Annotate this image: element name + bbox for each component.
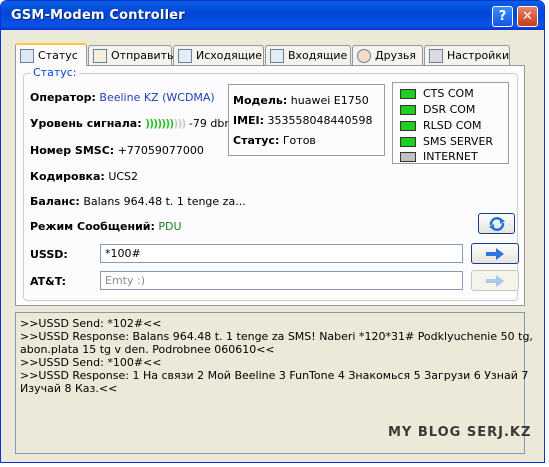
tab-label: Исходящие <box>196 49 263 62</box>
tab-label: Статус <box>38 49 78 62</box>
title-bar[interactable]: GSM-Modem Controller ? ✕ <box>1 1 544 30</box>
dsr-led <box>400 105 416 115</box>
model-label: Модель: <box>233 94 288 107</box>
sms-server-led <box>400 137 416 147</box>
model-row: Модель: huawei E1750 <box>233 94 369 107</box>
friends-icon <box>357 48 371 63</box>
tab-status[interactable]: Статус <box>15 43 87 66</box>
operator-label: Оператор: <box>30 91 96 104</box>
att-placeholder: Emty :) <box>105 274 145 287</box>
indicator-box: CTS COM DSR COM RLSD COM SMS SERVER INTE… <box>392 82 509 164</box>
log-line: >>USSD Response: 1 На связи 2 Мой Beelin… <box>20 369 529 382</box>
att-send-button[interactable] <box>471 270 519 291</box>
device-state-row: Статус: Готов <box>233 134 316 147</box>
status-group: Статус: Оператор: Beeline KZ (WCDMA) Уро… <box>23 66 519 301</box>
status-panel: Статус: Оператор: Beeline KZ (WCDMA) Уро… <box>15 65 525 306</box>
window-title: GSM-Modem Controller <box>11 8 185 23</box>
tab-settings[interactable]: Настройки <box>424 45 510 65</box>
refresh-icon <box>488 216 505 231</box>
internet-led <box>400 152 416 162</box>
balance-label: Баланс: <box>30 195 80 208</box>
encoding-label: Кодировка: <box>30 170 105 183</box>
inbox-icon <box>270 48 284 63</box>
internet-label: INTERNET <box>423 150 478 163</box>
mode-value: PDU <box>158 220 182 233</box>
main-window: GSM-Modem Controller ? ✕ Статус Отправит… <box>0 0 545 463</box>
info-icon <box>20 48 34 63</box>
arrow-right-icon <box>486 247 504 260</box>
device-state-label: Статус: <box>233 134 280 147</box>
smsc-row: Номер SMSC: +77059077000 <box>30 144 204 157</box>
cts-led <box>400 89 416 99</box>
signal-bars-empty: ))) <box>173 117 186 130</box>
imei-row: IMEI: 353558048440598 <box>233 114 373 127</box>
balance-value: Balans 964.48 t. 1 tenge za... <box>83 195 246 208</box>
outbox-icon <box>178 48 192 63</box>
model-value: huawei E1750 <box>290 94 369 107</box>
tab-friends[interactable]: Друзья <box>352 45 423 65</box>
smsc-value: +77059077000 <box>117 144 204 157</box>
blog-watermark: MY BLOG SERJ.KZ <box>388 425 532 440</box>
dsr-label: DSR COM <box>423 103 476 116</box>
tab-outbox[interactable]: Исходящие <box>173 45 264 65</box>
ussd-label: USSD: <box>30 248 68 261</box>
encoding-value: UCS2 <box>108 170 139 183</box>
signal-row: Уровень сигнала: )))))))))) -79 dbm <box>30 117 235 130</box>
log-line: Изучай 8 Каз.<< <box>20 382 118 395</box>
rlsd-label: RLSD COM <box>423 119 482 132</box>
mode-label: Режим Сообщений: <box>30 220 155 233</box>
log-line: >>USSD Response: Balans 964.48 t. 1 teng… <box>20 330 533 343</box>
signal-label: Уровень сигнала: <box>30 117 142 130</box>
cts-label: CTS COM <box>423 87 474 100</box>
imei-label: IMEI: <box>233 114 265 127</box>
tab-inbox[interactable]: Входящие <box>265 45 351 65</box>
settings-icon <box>429 48 443 63</box>
sms-server-label: SMS SERVER <box>423 135 494 148</box>
device-state-value: Готов <box>282 134 316 147</box>
log-line: >>USSD Send: *102#<< <box>20 317 162 330</box>
operator-value: Beeline KZ (WCDMA) <box>99 91 215 104</box>
refresh-button[interactable] <box>478 213 515 234</box>
balance-row: Баланс: Balans 964.48 t. 1 tenge za... <box>30 195 246 208</box>
smsc-label: Номер SMSC: <box>30 144 115 157</box>
tab-label: Настройки <box>447 49 510 62</box>
signal-bars: ))))))) <box>145 117 174 130</box>
tab-send[interactable]: Отправить <box>88 45 174 65</box>
close-icon: ✕ <box>522 9 533 24</box>
tab-label: Друзья <box>375 49 417 62</box>
arrow-right-disabled-icon <box>486 274 504 287</box>
mode-row: Режим Сообщений: PDU <box>30 220 182 233</box>
tab-label: Отправить <box>111 49 174 62</box>
ussd-input[interactable]: *100# <box>100 244 463 263</box>
client-area: Статус Отправить Исходящие Входящие Друз… <box>5 31 540 459</box>
att-label: AT&T: <box>30 275 67 288</box>
send-icon <box>93 48 107 63</box>
att-input[interactable]: Emty :) <box>100 271 463 290</box>
log-line: abon.plata 15 tg v den. Podrobnee 060610… <box>20 343 275 356</box>
tab-label: Входящие <box>288 49 348 62</box>
operator-row: Оператор: Beeline KZ (WCDMA) <box>30 91 215 104</box>
rlsd-led <box>400 121 416 131</box>
help-icon: ? <box>498 9 507 24</box>
log-line: >>USSD Send: *100#<< <box>20 356 162 369</box>
encoding-row: Кодировка: UCS2 <box>30 170 138 183</box>
imei-value: 353558048440598 <box>267 114 373 127</box>
status-group-label: Статус: <box>31 66 79 79</box>
help-button[interactable]: ? <box>492 6 513 27</box>
device-info-box: Модель: huawei E1750 IMEI: 3535580484405… <box>228 84 385 156</box>
ussd-send-button[interactable] <box>471 243 519 264</box>
close-button[interactable]: ✕ <box>517 6 538 27</box>
